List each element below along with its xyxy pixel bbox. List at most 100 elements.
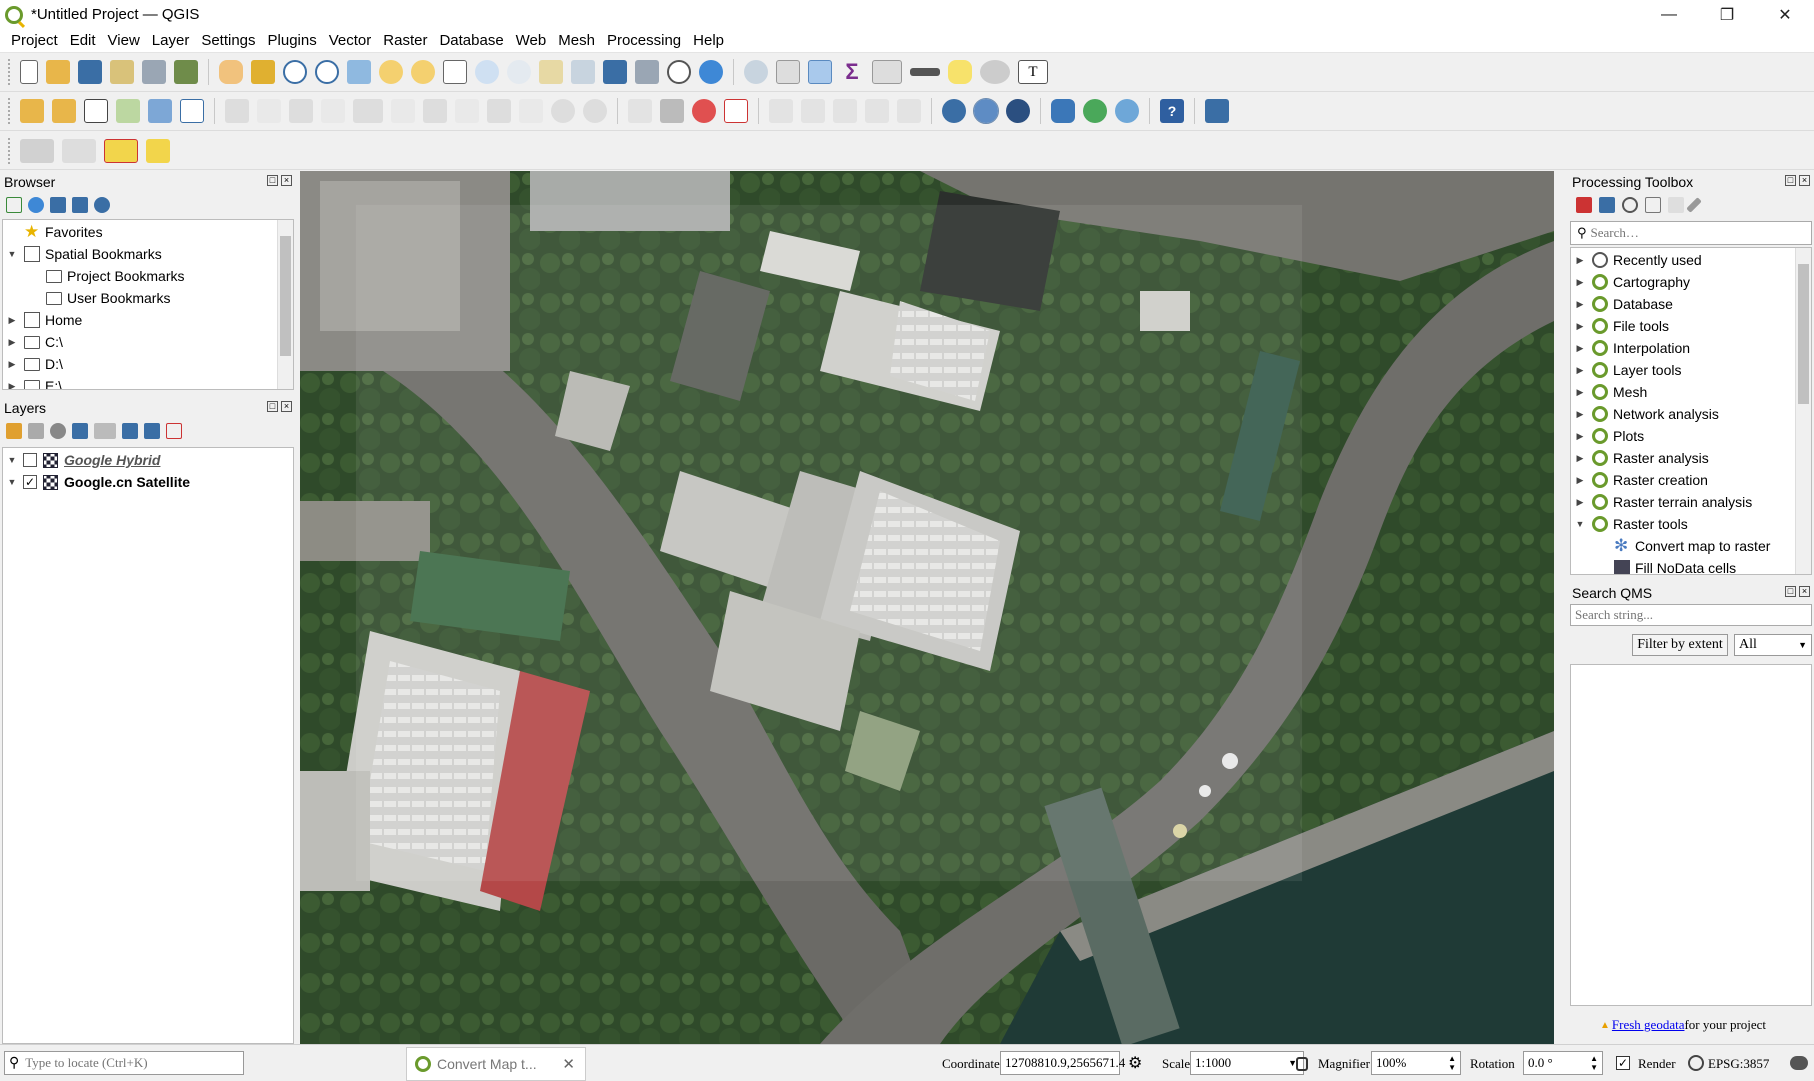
filter-icon[interactable] <box>50 197 66 213</box>
new-temporary-layer-icon[interactable] <box>148 99 172 123</box>
zoom-to-layer-icon[interactable] <box>411 60 435 84</box>
processing-item[interactable]: ▶ Raster creation <box>1571 469 1811 491</box>
show-bookmarks-icon[interactable] <box>635 60 659 84</box>
menu-edit[interactable]: Edit <box>64 32 102 49</box>
redo-icon[interactable] <box>583 99 607 123</box>
python-console-icon[interactable] <box>1051 99 1075 123</box>
filter-by-expression-icon[interactable] <box>94 423 116 439</box>
browser-item[interactable]: User Bookmarks <box>3 287 293 309</box>
cut-features-icon[interactable] <box>455 99 479 123</box>
save-edits-icon[interactable] <box>289 99 313 123</box>
refresh-icon[interactable] <box>699 60 723 84</box>
rotation-field[interactable]: 0.0 ° ▲ ▼ <box>1523 1051 1603 1075</box>
browser-item[interactable]: ▶ E:\ <box>3 375 293 389</box>
messages-icon[interactable] <box>1790 1056 1808 1070</box>
quickmapservices-icon[interactable] <box>1006 99 1030 123</box>
open-project-icon[interactable] <box>46 60 70 84</box>
collapsed-arrow-icon[interactable]: ▶ <box>5 315 19 326</box>
copy-features-icon[interactable] <box>487 99 511 123</box>
new-virtual-layer-icon[interactable] <box>180 99 204 123</box>
zoom-next-icon[interactable] <box>507 60 531 84</box>
menu-database[interactable]: Database <box>433 32 509 49</box>
processing-item[interactable]: ▶ Plots <box>1571 425 1811 447</box>
pan-hand-icon[interactable] <box>219 60 243 84</box>
label-tool-icon[interactable] <box>628 99 652 123</box>
results-viewer-icon[interactable] <box>1645 197 1661 213</box>
minimize-button[interactable]: — <box>1640 0 1698 29</box>
processing-item[interactable]: ▶ Raster analysis <box>1571 447 1811 469</box>
menu-web[interactable]: Web <box>510 32 553 49</box>
menu-project[interactable]: Project <box>5 32 64 49</box>
qms-type-select[interactable]: All ▼ <box>1734 634 1812 656</box>
collapse-all-icon[interactable] <box>72 197 88 213</box>
menu-help[interactable]: Help <box>687 32 730 49</box>
locator-bar[interactable]: ⚲ <box>4 1051 244 1075</box>
processing-search-box[interactable]: ⚲ <box>1570 221 1812 245</box>
attribute-table-dropdown-icon[interactable] <box>872 60 902 84</box>
history-icon[interactable] <box>1622 197 1638 213</box>
zoom-last-icon[interactable] <box>475 60 499 84</box>
close-panel-icon[interactable]: × <box>281 401 292 412</box>
close-task-icon[interactable]: ✕ <box>562 1055 575 1073</box>
map-tips-icon[interactable] <box>948 60 972 84</box>
processing-item[interactable]: Fill NoData cells <box>1571 557 1811 574</box>
style-manager-icon[interactable] <box>174 60 198 84</box>
new-project-icon[interactable] <box>20 60 38 84</box>
collapsed-arrow-icon[interactable]: ▶ <box>1573 431 1587 442</box>
vertex-tool-icon[interactable] <box>353 99 383 123</box>
processing-options-icon[interactable] <box>1686 197 1702 213</box>
processing-item[interactable]: ▶ Network analysis <box>1571 403 1811 425</box>
processing-item[interactable]: ▶ Recently used <box>1571 249 1811 271</box>
collapsed-arrow-icon[interactable]: ▶ <box>1573 365 1587 376</box>
browser-item[interactable]: Project Bookmarks <box>3 265 293 287</box>
collapsed-arrow-icon[interactable]: ▶ <box>1573 409 1587 420</box>
rotate-label-icon[interactable] <box>865 99 889 123</box>
toggle-extents-icon[interactable]: ⚙ <box>1128 1053 1142 1073</box>
edit-features-in-place-icon[interactable] <box>1668 197 1684 213</box>
browser-item[interactable]: ▼ Spatial Bookmarks <box>3 243 293 265</box>
close-panel-icon[interactable]: × <box>1799 175 1810 186</box>
new-geopackage-layer-icon[interactable] <box>52 99 76 123</box>
layer-visibility-checkbox[interactable]: ✓ <box>23 475 37 489</box>
collapsed-arrow-icon[interactable]: ▶ <box>1573 277 1587 288</box>
menu-raster[interactable]: Raster <box>377 32 433 49</box>
processing-item[interactable]: ▼ Raster tools <box>1571 513 1811 535</box>
locator-input[interactable] <box>25 1055 226 1071</box>
processing-item[interactable]: ▶ Database <box>1571 293 1811 315</box>
add-group-icon[interactable] <box>28 423 44 439</box>
expanded-arrow-icon[interactable]: ▼ <box>5 477 19 487</box>
toggle-editing-icon[interactable] <box>257 99 281 123</box>
add-selected-layers-icon[interactable] <box>6 197 22 213</box>
processing-search-input[interactable] <box>1590 225 1791 241</box>
pan-to-selection-icon[interactable] <box>251 60 275 84</box>
scale-field[interactable]: 1:1000 ▼ <box>1190 1051 1304 1075</box>
zoom-out-icon[interactable] <box>315 60 339 84</box>
select-all-icon[interactable] <box>146 138 170 163</box>
delete-selected-icon[interactable] <box>423 99 447 123</box>
change-label-icon[interactable] <box>897 99 921 123</box>
layer-item[interactable]: ▼ ✓ Google.cn Satellite <box>3 471 293 493</box>
filter-legend-icon[interactable] <box>72 423 88 439</box>
browser-item[interactable]: ▶ D:\ <box>3 353 293 375</box>
lock-scale-icon[interactable] <box>1296 1057 1308 1071</box>
processing-item[interactable]: ▶ Interpolation <box>1571 337 1811 359</box>
qms-search-input[interactable] <box>1570 604 1812 626</box>
crs-label[interactable]: EPSG:3857 <box>1708 1056 1769 1072</box>
new-3d-map-icon[interactable] <box>571 60 595 84</box>
undo-icon[interactable] <box>551 99 575 123</box>
restore-button[interactable]: ❐ <box>1698 0 1756 29</box>
highlight-pin-icon[interactable] <box>692 99 716 123</box>
measure-line-icon[interactable] <box>910 68 940 76</box>
collapsed-arrow-icon[interactable]: ▶ <box>1573 343 1587 354</box>
move-label-icon[interactable] <box>833 99 857 123</box>
processing-item[interactable]: ▶ Layer tools <box>1571 359 1811 381</box>
task-progress-tab[interactable]: Convert Map t... ✕ <box>406 1047 586 1081</box>
plugin-globe-icon[interactable] <box>1083 99 1107 123</box>
magnifier-field[interactable]: 100% ▲ ▼ <box>1371 1051 1461 1075</box>
layout-manager-icon[interactable] <box>142 60 166 84</box>
processing-item[interactable]: ▶ Raster terrain analysis <box>1571 491 1811 513</box>
properties-icon[interactable] <box>94 197 110 213</box>
browser-item[interactable]: ★ Favorites <box>3 221 293 243</box>
crosshair-plugin-icon[interactable] <box>1115 99 1139 123</box>
menu-processing[interactable]: Processing <box>601 32 687 49</box>
